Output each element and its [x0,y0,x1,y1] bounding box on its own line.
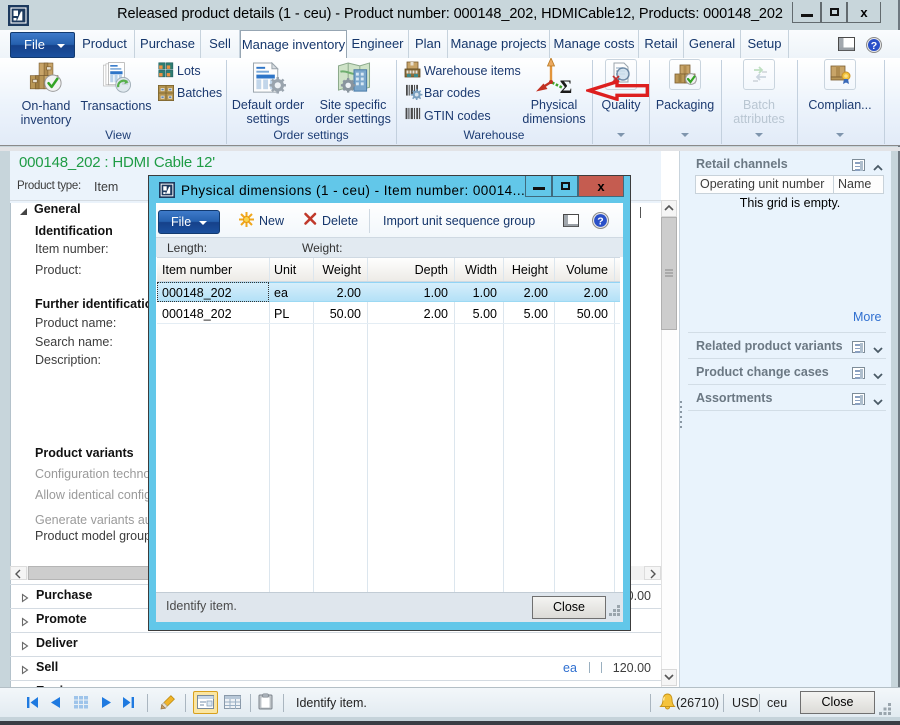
svg-text:?: ? [871,40,877,52]
svg-text:Σ: Σ [560,77,572,98]
svg-text:?: ? [597,216,603,228]
